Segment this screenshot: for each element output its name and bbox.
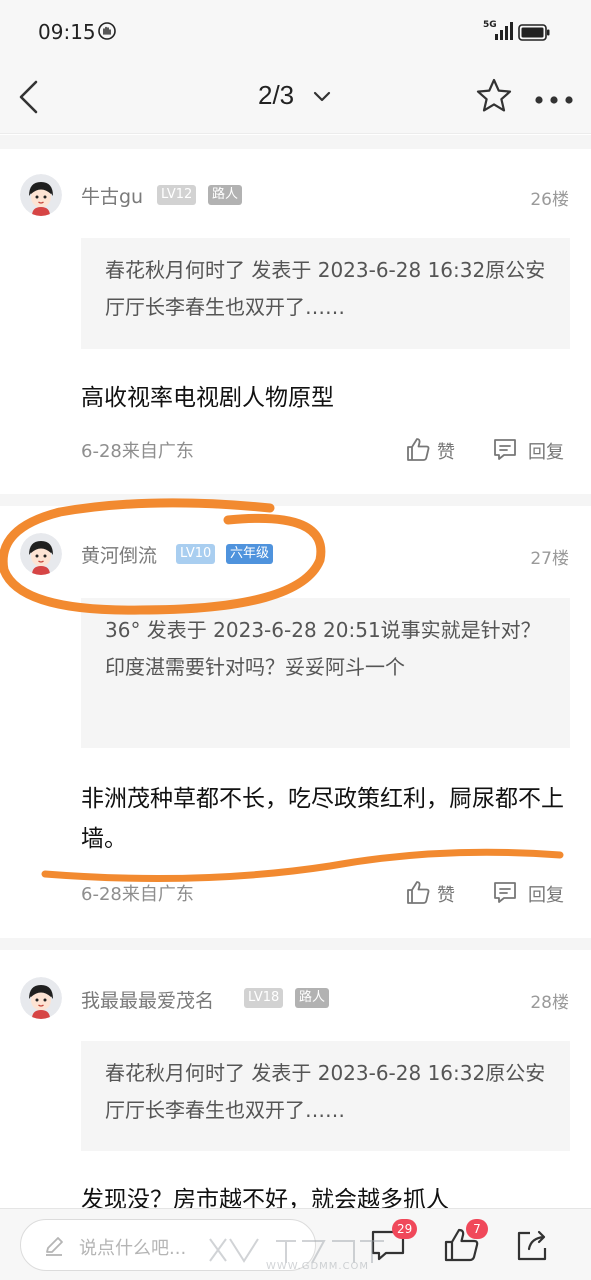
level-badge: LV10: [176, 544, 216, 564]
floor-number: 27楼: [530, 549, 569, 569]
user-avatar[interactable]: [20, 977, 62, 1019]
more-options-icon[interactable]: [533, 91, 575, 104]
floor-number: 28楼: [530, 993, 569, 1013]
watermark-site: WWW.GDMM.COM: [266, 1261, 370, 1272]
user-avatar[interactable]: [20, 174, 62, 216]
user-avatar[interactable]: [20, 533, 62, 575]
like-label: 赞: [437, 442, 455, 463]
level-badge: LV18: [244, 988, 284, 1008]
reply-label: 回复: [528, 885, 564, 906]
reply-button[interactable]: 回复: [492, 879, 572, 909]
like-label: 赞: [437, 885, 455, 906]
chevron-down-icon[interactable]: [312, 89, 332, 103]
quoted-post[interactable]: 36° 发表于 2023-6-28 20:51说事实就是针对？印度湛需要针对吗？…: [81, 598, 570, 748]
user-title-badge: 路人: [208, 185, 243, 205]
post-meta: 6-28来自广东: [81, 441, 194, 462]
status-time: 09:15: [38, 20, 96, 44]
reply-comment-icon: [494, 439, 516, 460]
username[interactable]: 我最最最爱茂名: [81, 986, 214, 1013]
reply-button[interactable]: 回复: [492, 436, 572, 466]
favorite-star-icon[interactable]: [475, 77, 513, 115]
like-button[interactable]: 赞: [405, 436, 465, 466]
comment-placeholder: 说点什么吧...: [79, 1238, 187, 1259]
floor-number: 26楼: [530, 190, 569, 210]
section-divider: [0, 494, 591, 506]
user-title-badge: 六年级: [226, 544, 274, 564]
post-content: 高收视率电视剧人物原型: [81, 385, 334, 411]
back-arrow-icon[interactable]: [16, 78, 42, 116]
thumbs-up-icon: [407, 881, 430, 904]
quoted-post[interactable]: 春花秋月何时了 发表于 2023-6-28 16:32原公安厅厅长李春生也双开了…: [81, 238, 570, 349]
share-icon: [517, 1230, 547, 1261]
post-content: 非洲茂种草都不长，吃尽政策红利，屙尿都不上墙。: [81, 786, 564, 852]
share-button[interactable]: [512, 1225, 552, 1265]
hand-notification-icon: [98, 22, 116, 40]
page-indicator[interactable]: 2/3: [258, 80, 294, 111]
section-divider: [0, 938, 591, 950]
battery-icon: [518, 24, 550, 41]
username[interactable]: 牛古gu: [81, 182, 143, 209]
section-divider: [0, 135, 591, 149]
post-meta: 6-28来自广东: [81, 884, 194, 905]
site-watermark: WWW.GDMM.COM: [200, 1231, 410, 1277]
signal-icon: 5G: [483, 20, 515, 42]
user-title-badge: 路人: [295, 988, 330, 1008]
reply-comment-icon: [494, 882, 516, 903]
thumbs-up-icon: [407, 438, 430, 461]
reply-label: 回复: [528, 442, 564, 463]
pen-icon: [43, 1235, 65, 1257]
like-count-badge: 7: [466, 1219, 488, 1239]
like-post-button[interactable]: 7: [442, 1219, 488, 1265]
nav-bar: 2/3: [0, 60, 591, 134]
level-badge: LV12: [157, 185, 197, 205]
username[interactable]: 黄河倒流: [81, 541, 157, 568]
status-bar: 09:15 5G: [0, 0, 591, 60]
quoted-post[interactable]: 春花秋月何时了 发表于 2023-6-28 16:32原公安厅厅长李春生也双开了…: [81, 1041, 570, 1151]
bottom-action-bar: 说点什么吧... 29 7 WWW.GDMM.COM: [0, 1208, 591, 1280]
like-button[interactable]: 赞: [405, 879, 465, 909]
